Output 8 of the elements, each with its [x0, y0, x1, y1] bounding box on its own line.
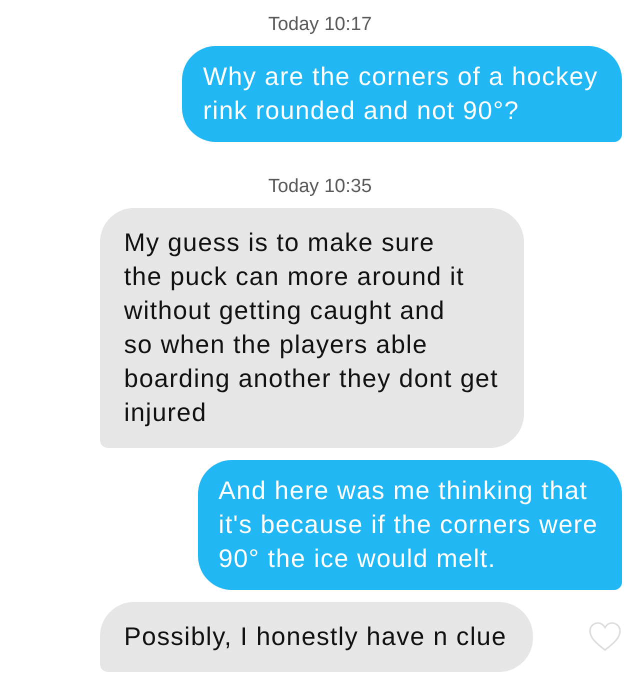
sent-message-bubble: And here was me thinking that it's because if the corners were 90° the ice would melt. [198, 460, 622, 590]
like-button[interactable] [588, 621, 622, 653]
received-message-bubble: Possibly, I honestly have n clue [100, 602, 533, 672]
timestamp: Today 10:17 [268, 13, 372, 37]
sent-message-bubble: Why are the corners of a hockey rink rounded and not 90°? [182, 46, 622, 142]
received-message-bubble: My guess is to make sure the puck can more around it without getting caught and so when the players able boarding another they dont get injured [100, 208, 524, 448]
timestamp: Today 10:35 [268, 175, 372, 199]
heart-icon [588, 621, 622, 653]
